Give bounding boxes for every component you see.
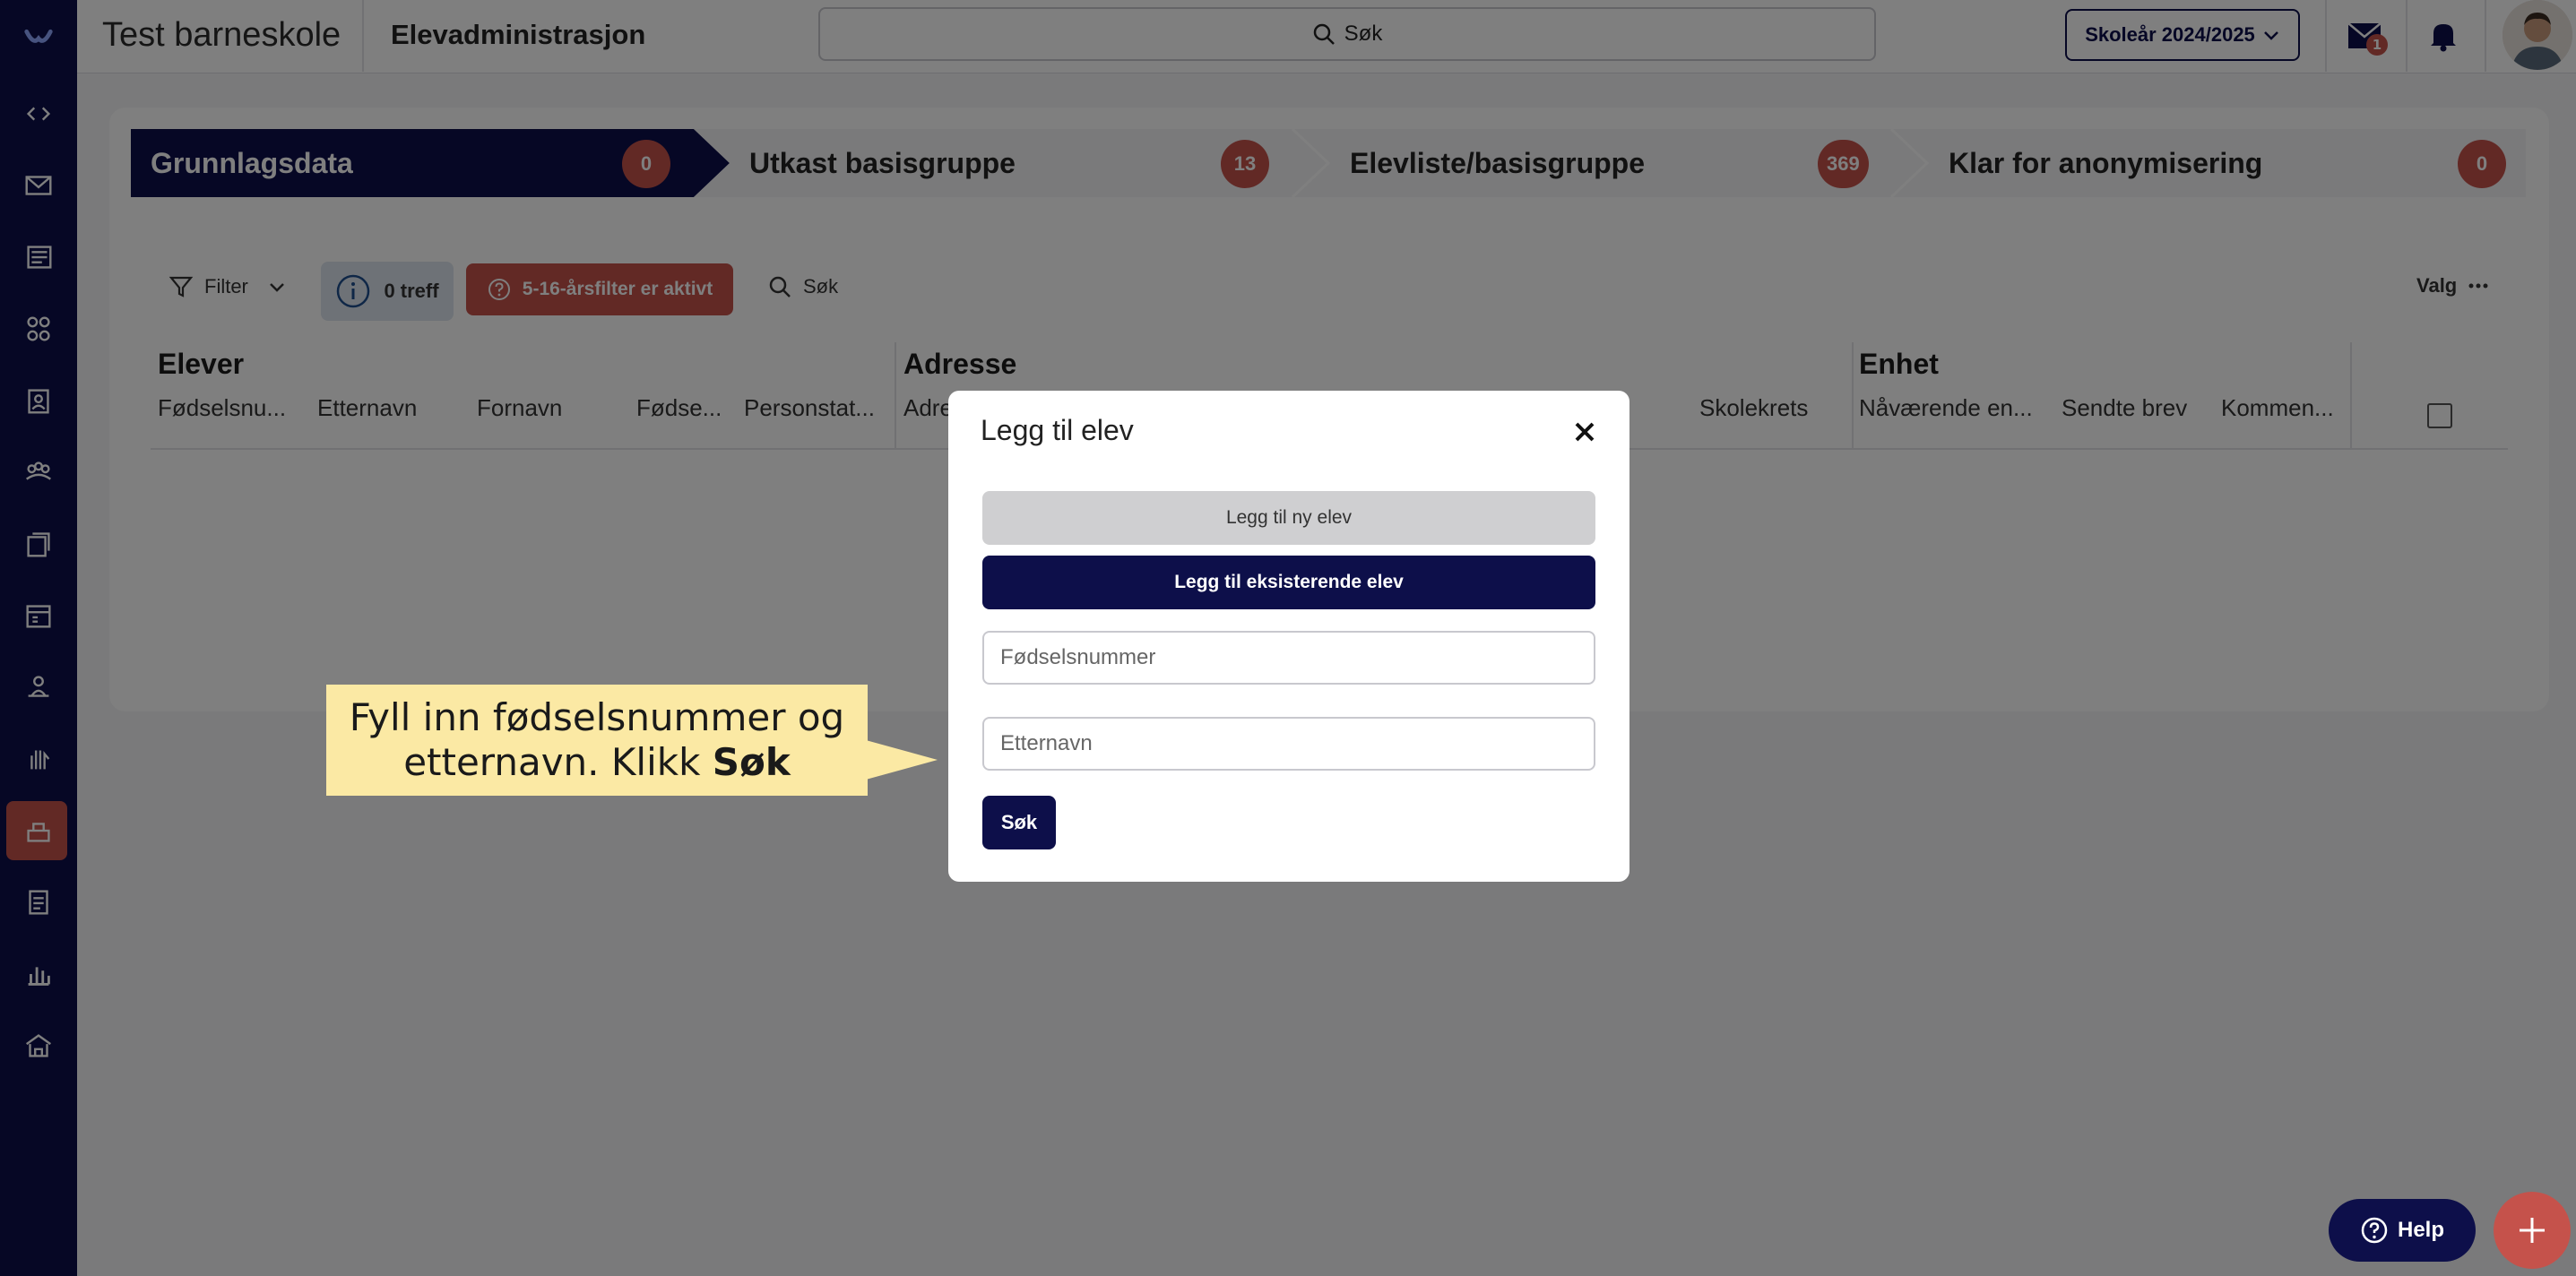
callout-line1: Fyll inn fødselsnummer og xyxy=(349,695,845,739)
etternavn-input[interactable] xyxy=(982,717,1595,771)
close-button[interactable] xyxy=(1565,412,1604,452)
plus-icon xyxy=(2520,1218,2545,1243)
instruction-callout: Fyll inn fødselsnummer og etternavn. Kli… xyxy=(326,685,868,796)
callout-pointer xyxy=(866,740,938,780)
add-student-modal: Legg til elev Legg til ny elev Legg til … xyxy=(948,391,1629,882)
callout-line2: etternavn. Klikk xyxy=(403,740,713,784)
help-label: Help xyxy=(2397,1218,2444,1242)
add-new-student-button[interactable]: Legg til ny elev xyxy=(982,491,1595,545)
close-icon xyxy=(1575,422,1595,442)
search-button[interactable]: Søk xyxy=(982,796,1056,849)
modal-title: Legg til elev xyxy=(981,414,1134,446)
fodselsnummer-input[interactable] xyxy=(982,631,1595,685)
help-button[interactable]: Help xyxy=(2329,1199,2476,1262)
add-existing-student-button[interactable]: Legg til eksisterende elev xyxy=(982,556,1595,609)
callout-bold-word: Søk xyxy=(712,740,791,784)
add-fab-button[interactable] xyxy=(2494,1192,2571,1269)
question-circle-icon xyxy=(2361,1217,2388,1244)
